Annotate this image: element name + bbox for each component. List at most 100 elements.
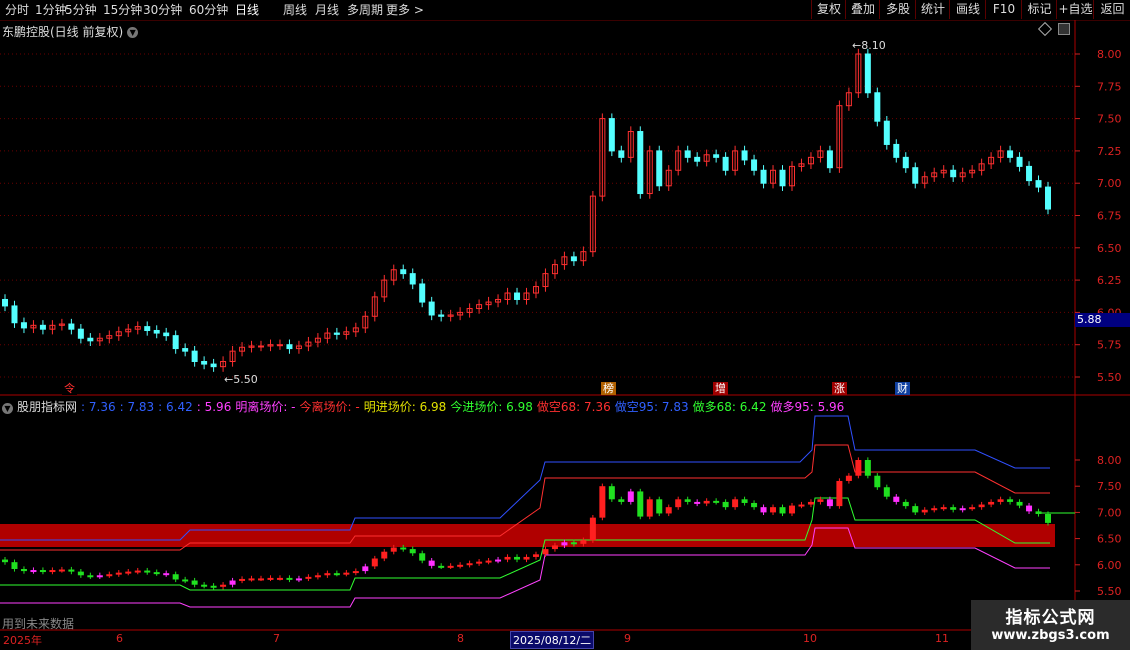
indicator-bar: [210, 585, 217, 588]
indicator-bar: [39, 570, 46, 573]
indicator-bar: [457, 564, 464, 567]
indicator-bar: [381, 551, 388, 559]
indicator-bar: [722, 501, 729, 508]
candle-body: [826, 150, 833, 169]
indicator-bar: [779, 507, 786, 514]
indicator-bar: [599, 486, 606, 518]
indicator-bar: [988, 501, 995, 505]
candle-body: [419, 283, 426, 303]
indicator-bar: [30, 570, 37, 573]
indicator-bar: [551, 545, 558, 550]
indicator-bar: [751, 502, 758, 508]
indicator-tick-label: 8.00: [1097, 454, 1122, 467]
indicator-tick-label: 6.50: [1097, 533, 1122, 546]
indicator-bar: [324, 573, 331, 576]
candle-body: [11, 305, 18, 324]
candle-body: [1026, 165, 1033, 182]
indicator-bar: [125, 571, 132, 574]
indicator-bar: [618, 499, 625, 502]
candle-body: [153, 329, 160, 334]
indicator-bar: [514, 556, 521, 560]
price-tick-label: 5.75: [1097, 339, 1122, 352]
candle-body: [874, 92, 881, 122]
event-marker[interactable]: 令: [62, 382, 77, 395]
indicator-bar: [286, 577, 293, 580]
indicator-item: 今离场价: -: [299, 400, 360, 414]
candle-body: [893, 143, 900, 158]
indicator-bar: [485, 560, 492, 563]
candle-body: [201, 360, 208, 365]
indicator-bar: [959, 508, 966, 511]
indicator-bar: [940, 507, 947, 510]
signal-band: [0, 524, 1055, 547]
indicator-bar: [817, 499, 824, 502]
indicator-bar: [144, 570, 151, 573]
date-label: 11: [935, 632, 949, 645]
candle-body: [87, 337, 94, 342]
indicator-bar: [902, 501, 909, 507]
indicator-bar: [106, 574, 113, 577]
date-label: 7: [273, 632, 280, 645]
indicator-bar: [438, 565, 445, 568]
indicator-value: : 6.42: [158, 400, 193, 414]
indicator-bar: [191, 580, 198, 585]
indicator-bar: [665, 507, 672, 514]
indicator-value: : 7.36: [81, 400, 116, 414]
low-price-label: ←5.50: [224, 373, 258, 386]
candle-body: [2, 298, 8, 307]
price-tick-label: 6.25: [1097, 274, 1122, 287]
indicator-bar: [1045, 513, 1051, 523]
indicator-value: : 5.96: [196, 400, 232, 414]
event-marker[interactable]: 涨: [832, 382, 847, 395]
indicator-bar: [855, 460, 862, 476]
candle-body: [400, 269, 407, 275]
indicator-bar: [371, 558, 378, 567]
watermark-line2: www.zbgs3.com: [991, 628, 1110, 643]
indicator-item: 做多68: 6.42: [692, 400, 767, 414]
candle-body: [1035, 180, 1042, 188]
indicator-bar: [333, 573, 340, 576]
indicator-bar: [845, 475, 852, 481]
candle-body: [912, 167, 919, 184]
current-price-tag: 5.88: [1075, 313, 1130, 327]
price-tick-label: 6.75: [1097, 210, 1122, 223]
candle-body: [438, 314, 445, 317]
event-marker[interactable]: 财: [895, 382, 910, 395]
indicator-bar: [760, 507, 767, 513]
indicator-bar: [68, 569, 75, 572]
indicator-bar: [921, 509, 928, 513]
kline-chart[interactable]: 8.00 7.75 7.50 7.25 7.00 6.75 6.50 6.25 6.00 5.75…: [0, 0, 1130, 650]
indicator-bar: [532, 554, 539, 557]
indicator-bar: [201, 584, 208, 587]
indicator-bar: [96, 575, 103, 578]
indicator-bar: [713, 500, 720, 503]
candle-body: [276, 344, 283, 347]
candle-body: [570, 256, 577, 262]
date-label: 6: [116, 632, 123, 645]
event-marker[interactable]: 增: [713, 382, 728, 395]
indicator-bar: [153, 572, 160, 575]
candle-body: [751, 159, 758, 171]
candle-body: [409, 273, 416, 285]
candle-body: [722, 156, 729, 171]
indicator-item: 做空95: 7.83: [614, 400, 689, 414]
price-tick-label: 6.50: [1097, 242, 1122, 255]
indicator-bar: [589, 517, 596, 541]
candle-body: [258, 345, 265, 348]
candle-body: [637, 131, 644, 195]
indicator-bar: [258, 578, 265, 581]
indicator-bar: [419, 553, 426, 561]
candle-body: [1016, 156, 1023, 167]
indicator-tick-label: 7.50: [1097, 480, 1122, 493]
indicator-bar: [11, 562, 18, 569]
event-marker[interactable]: 榜: [601, 382, 616, 395]
chevron-down-icon[interactable]: ▼: [2, 403, 13, 414]
candle-body: [428, 301, 435, 316]
candle-body: [684, 150, 691, 158]
candle-body: [864, 53, 871, 94]
indicator-bar: [362, 566, 369, 572]
indicator-name: 股朋指标网: [17, 400, 78, 414]
indicator-bar: [77, 571, 84, 576]
indicator-bar: [637, 491, 644, 517]
indicator-bar: [2, 559, 8, 563]
